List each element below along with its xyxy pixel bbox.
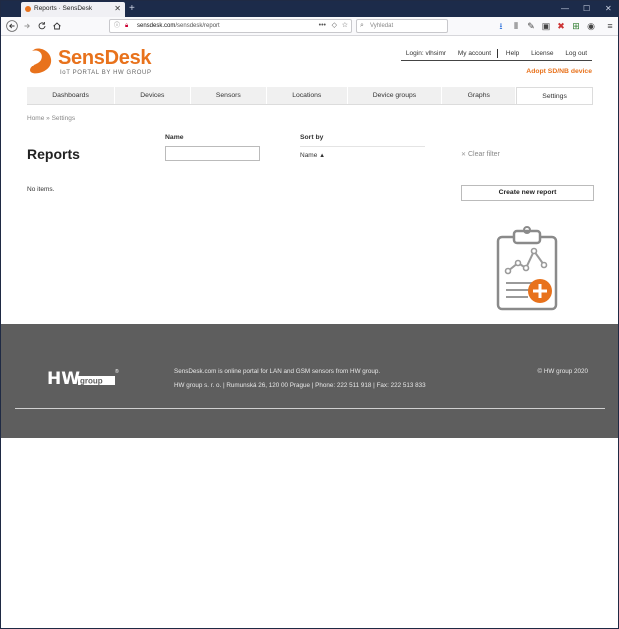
no-items-message: No items. — [27, 186, 55, 193]
tab-bar: Reports · SensDesk ✕ + — ☐ ✕ — [1, 1, 618, 17]
close-window-button[interactable]: ✕ — [605, 2, 612, 16]
address-bar[interactable]: ⓘ 🔒︎ sensdesk.com/sensdesk/report ••• ◇ … — [109, 19, 352, 33]
browser-window: Reports · SensDesk ✕ + — ☐ ✕ ⓘ 🔒︎ sensde… — [0, 0, 619, 629]
new-tab-button[interactable]: + — [129, 2, 135, 16]
footer-copyright: © HW group 2020 — [537, 368, 589, 375]
breadcrumb-home[interactable]: Home — [27, 115, 44, 122]
breadcrumb: Home » Settings — [27, 115, 75, 122]
divider — [497, 49, 499, 58]
menu-device-groups[interactable]: Device groups — [348, 87, 443, 104]
account-icon[interactable]: ◉ — [585, 20, 597, 32]
info-icon[interactable]: ⓘ — [114, 20, 120, 32]
breadcrumb-separator: » — [46, 115, 50, 122]
hw-group-logo[interactable]: HW group ® — [47, 367, 121, 389]
report-clipboard-add-icon — [496, 226, 558, 311]
reload-icon[interactable] — [36, 20, 48, 32]
menu-settings[interactable]: Settings — [516, 87, 594, 104]
library-icon[interactable]: ⫴ — [510, 20, 522, 32]
sidebar-icon[interactable]: ▣ — [540, 20, 552, 32]
create-new-report-button[interactable]: Create new report — [461, 185, 594, 201]
main-menu: Dashboards Devices Sensors Locations Dev… — [27, 87, 594, 105]
forward-icon[interactable] — [21, 20, 33, 32]
clear-filter-label: Clear filter — [467, 151, 500, 158]
svg-text:HW: HW — [47, 369, 80, 389]
menu-locations[interactable]: Locations — [267, 87, 348, 104]
user-bar: Login: vlhsimr My account Help License L… — [400, 49, 592, 61]
page-title: Reports — [27, 146, 80, 162]
help-link[interactable]: Help — [501, 50, 524, 57]
name-filter-label: Name — [165, 134, 184, 141]
extensions-icon[interactable]: ✎ — [525, 20, 537, 32]
footer-address: HW group s. r. o. | Rumunská 26, 120 00 … — [174, 382, 426, 389]
breadcrumb-current[interactable]: Settings — [52, 115, 76, 122]
bookmark-star-icon[interactable]: ☆ — [342, 20, 348, 32]
browser-tab[interactable]: Reports · SensDesk ✕ — [21, 2, 125, 17]
menu-sensors[interactable]: Sensors — [191, 87, 267, 104]
login-label: Login: vlhsimr — [405, 50, 447, 58]
minimize-button[interactable]: — — [561, 2, 569, 16]
sort-ascending-icon: ▲ — [319, 153, 326, 159]
page-actions-icon[interactable]: ••• — [319, 20, 326, 32]
clear-icon: ✕ — [461, 152, 467, 158]
addon-green-icon[interactable]: ⊞ — [570, 20, 582, 32]
brand-name: SensDesk — [58, 47, 152, 70]
footer-description: SensDesk.com is online portal for LAN an… — [174, 368, 381, 375]
search-icon: ⌕ — [360, 22, 364, 29]
brand-name-desk: Desk — [104, 47, 152, 69]
svg-text:group: group — [80, 377, 103, 386]
search-placeholder: Vyhledat — [370, 23, 394, 29]
divider — [300, 146, 425, 147]
sensdesk-logo-icon — [30, 48, 52, 74]
addon-icon[interactable]: ✖ — [555, 20, 567, 32]
tab-title: Reports · SensDesk — [34, 5, 93, 12]
favicon-icon — [25, 6, 31, 12]
pocket-icon[interactable]: ◇ — [332, 20, 337, 32]
svg-text:®: ® — [115, 368, 119, 375]
brand-tagline: IoT PORTAL BY HW GROUP — [60, 70, 152, 76]
navigation-toolbar: ⓘ 🔒︎ sensdesk.com/sensdesk/report ••• ◇ … — [1, 17, 618, 36]
back-icon[interactable] — [6, 20, 18, 32]
maximize-button[interactable]: ☐ — [583, 2, 590, 16]
url-host: sensdesk.com — [137, 23, 176, 29]
menu-graphs[interactable]: Graphs — [442, 87, 517, 104]
sort-by-name[interactable]: Name ▲ — [300, 152, 325, 159]
license-link[interactable]: License — [526, 50, 558, 57]
download-icon[interactable]: ⭳ — [495, 20, 507, 32]
clear-filter-link[interactable]: ✕ Clear filter — [461, 151, 500, 158]
home-icon[interactable] — [51, 20, 63, 32]
sensdesk-logo[interactable]: SensDesk IoT PORTAL BY HW GROUP — [27, 47, 167, 79]
footer-divider — [15, 408, 605, 409]
menu-devices[interactable]: Devices — [115, 87, 191, 104]
sort-by-label: Sort by — [300, 134, 324, 141]
my-account-link[interactable]: My account — [453, 50, 496, 57]
search-box[interactable]: ⌕ Vyhledat — [356, 19, 448, 33]
close-tab-icon[interactable]: ✕ — [114, 2, 121, 16]
brand-name-sens: Sens — [58, 47, 105, 69]
page-footer: HW group ® SensDesk.com is online portal… — [1, 324, 618, 438]
logout-link[interactable]: Log out — [560, 50, 592, 57]
sort-by-value: Name — [300, 152, 318, 159]
name-filter-input[interactable] — [165, 146, 260, 161]
lock-icon[interactable]: 🔒︎ — [125, 20, 128, 32]
url-path: /sensdesk/report — [175, 23, 220, 29]
menu-icon[interactable]: ≡ — [604, 20, 616, 32]
menu-dashboards[interactable]: Dashboards — [27, 87, 116, 104]
adopt-device-link[interactable]: Adopt SD/NB device — [526, 68, 592, 75]
